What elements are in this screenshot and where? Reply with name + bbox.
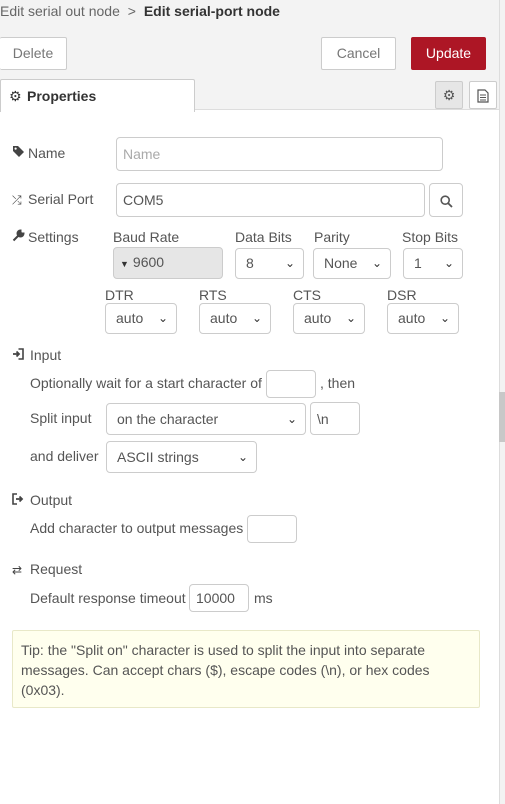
data-bits-label: Data Bits: [235, 229, 292, 245]
parity-value: None: [324, 255, 358, 271]
dtr-value: auto: [116, 310, 144, 326]
rts-select[interactable]: auto ⌄: [199, 303, 271, 334]
baud-rate-select[interactable]: ▼ 9600: [113, 247, 223, 279]
split-mode-value: on the character: [117, 411, 219, 427]
stop-bits-label: Stop Bits: [402, 229, 459, 245]
sign-out-icon: [12, 493, 30, 508]
timeout-input[interactable]: 10000: [189, 584, 249, 612]
stop-bits-select[interactable]: 1 ⌄: [403, 248, 463, 279]
shuffle-icon: ⤮: [12, 193, 22, 207]
tip-box: Tip: the "Split on" character is used to…: [12, 630, 480, 708]
cts-label: CTS: [293, 287, 321, 303]
rts-label: RTS: [199, 287, 227, 303]
output-section-title: Output: [12, 492, 72, 508]
deliver-value: ASCII strings: [117, 449, 199, 465]
add-char-label: Add character to output messages: [30, 520, 244, 536]
chevron-down-icon: ⌄: [439, 311, 450, 325]
chevron-down-icon: ⌄: [345, 311, 356, 325]
name-label: Name: [12, 145, 65, 161]
parity-label: Parity: [314, 229, 350, 245]
split-input-label: Split input: [30, 410, 92, 426]
output-section-label: Output: [30, 492, 73, 508]
name-input[interactable]: Name: [116, 137, 443, 171]
chevron-down-icon: ⌄: [157, 311, 168, 325]
gear-icon: ⚙: [9, 88, 22, 104]
exchange-icon: ⇄: [12, 563, 23, 577]
tray-header: Edit serial out node > Edit serial-port …: [0, 0, 499, 112]
start-char-input[interactable]: [266, 370, 316, 398]
settings-label: Settings: [12, 229, 79, 245]
wrench-icon: [12, 229, 28, 245]
dsr-select[interactable]: auto ⌄: [387, 303, 459, 334]
caret-down-icon: ▼: [120, 259, 129, 269]
chevron-down-icon: ⌄: [443, 256, 454, 270]
document-icon: [477, 89, 489, 103]
dsr-value: auto: [398, 310, 426, 326]
timeout-label: Default response timeout: [30, 590, 186, 606]
serial-port-label: ⤮ Serial Port: [12, 191, 93, 208]
tag-icon: [12, 145, 28, 161]
update-button[interactable]: Update: [411, 37, 486, 70]
scrollbar-thumb[interactable]: [499, 392, 505, 442]
wait-start-char-label: Optionally wait for a start character of: [30, 375, 262, 391]
chevron-down-icon: ⌄: [237, 450, 248, 464]
tab-description[interactable]: [469, 81, 497, 109]
dsr-label: DSR: [387, 287, 417, 303]
chevron-down-icon: ⌄: [251, 311, 262, 325]
deliver-select[interactable]: ASCII strings ⌄: [106, 441, 257, 473]
breadcrumb-separator: >: [127, 3, 136, 19]
delete-button[interactable]: Delete: [0, 37, 67, 70]
cts-select[interactable]: auto ⌄: [293, 303, 365, 334]
dtr-label: DTR: [105, 287, 134, 303]
search-port-button[interactable]: [429, 183, 463, 217]
gear-icon: ⚙: [442, 87, 456, 103]
request-section-label: Request: [30, 561, 83, 577]
cancel-button[interactable]: Cancel: [321, 37, 396, 70]
data-bits-select[interactable]: 8 ⌄: [235, 248, 304, 279]
add-char-input[interactable]: [247, 515, 297, 543]
tab-settings-gear[interactable]: ⚙: [435, 81, 463, 109]
breadcrumb: Edit serial out node > Edit serial-port …: [0, 3, 280, 19]
input-section-label: Input: [30, 347, 62, 363]
chevron-down-icon: ⌄: [286, 412, 297, 426]
then-label: , then: [320, 375, 356, 391]
rts-value: auto: [210, 310, 238, 326]
breadcrumb-current: Edit serial-port node: [143, 3, 280, 19]
split-char-input[interactable]: \n: [310, 402, 360, 435]
chevron-down-icon: ⌄: [371, 256, 382, 270]
breadcrumb-parent[interactable]: Edit serial out node: [0, 3, 120, 19]
name-label-text: Name: [28, 145, 66, 161]
scrollbar-track[interactable]: [499, 0, 505, 804]
cts-value: auto: [304, 310, 332, 326]
timeout-unit: ms: [254, 590, 273, 606]
search-icon: [439, 195, 453, 208]
baud-rate-value: 9600: [132, 254, 165, 270]
tab-properties[interactable]: ⚙ Properties: [0, 79, 195, 112]
sign-in-icon: [12, 348, 30, 363]
split-mode-select[interactable]: on the character ⌄: [106, 403, 306, 435]
request-section-title: ⇄ Request: [12, 561, 82, 577]
deliver-label: and deliver: [30, 448, 99, 464]
chevron-down-icon: ⌄: [284, 256, 295, 270]
dtr-select[interactable]: auto ⌄: [105, 303, 177, 334]
settings-label-text: Settings: [28, 229, 79, 245]
data-bits-value: 8: [246, 255, 254, 271]
serial-port-label-text: Serial Port: [28, 191, 94, 207]
tab-properties-label: Properties: [27, 88, 97, 104]
input-section-title: Input: [12, 347, 61, 363]
baud-rate-label: Baud Rate: [113, 229, 180, 245]
stop-bits-value: 1: [414, 255, 422, 271]
parity-select[interactable]: None ⌄: [313, 248, 391, 279]
serial-port-input[interactable]: COM5: [116, 183, 425, 217]
